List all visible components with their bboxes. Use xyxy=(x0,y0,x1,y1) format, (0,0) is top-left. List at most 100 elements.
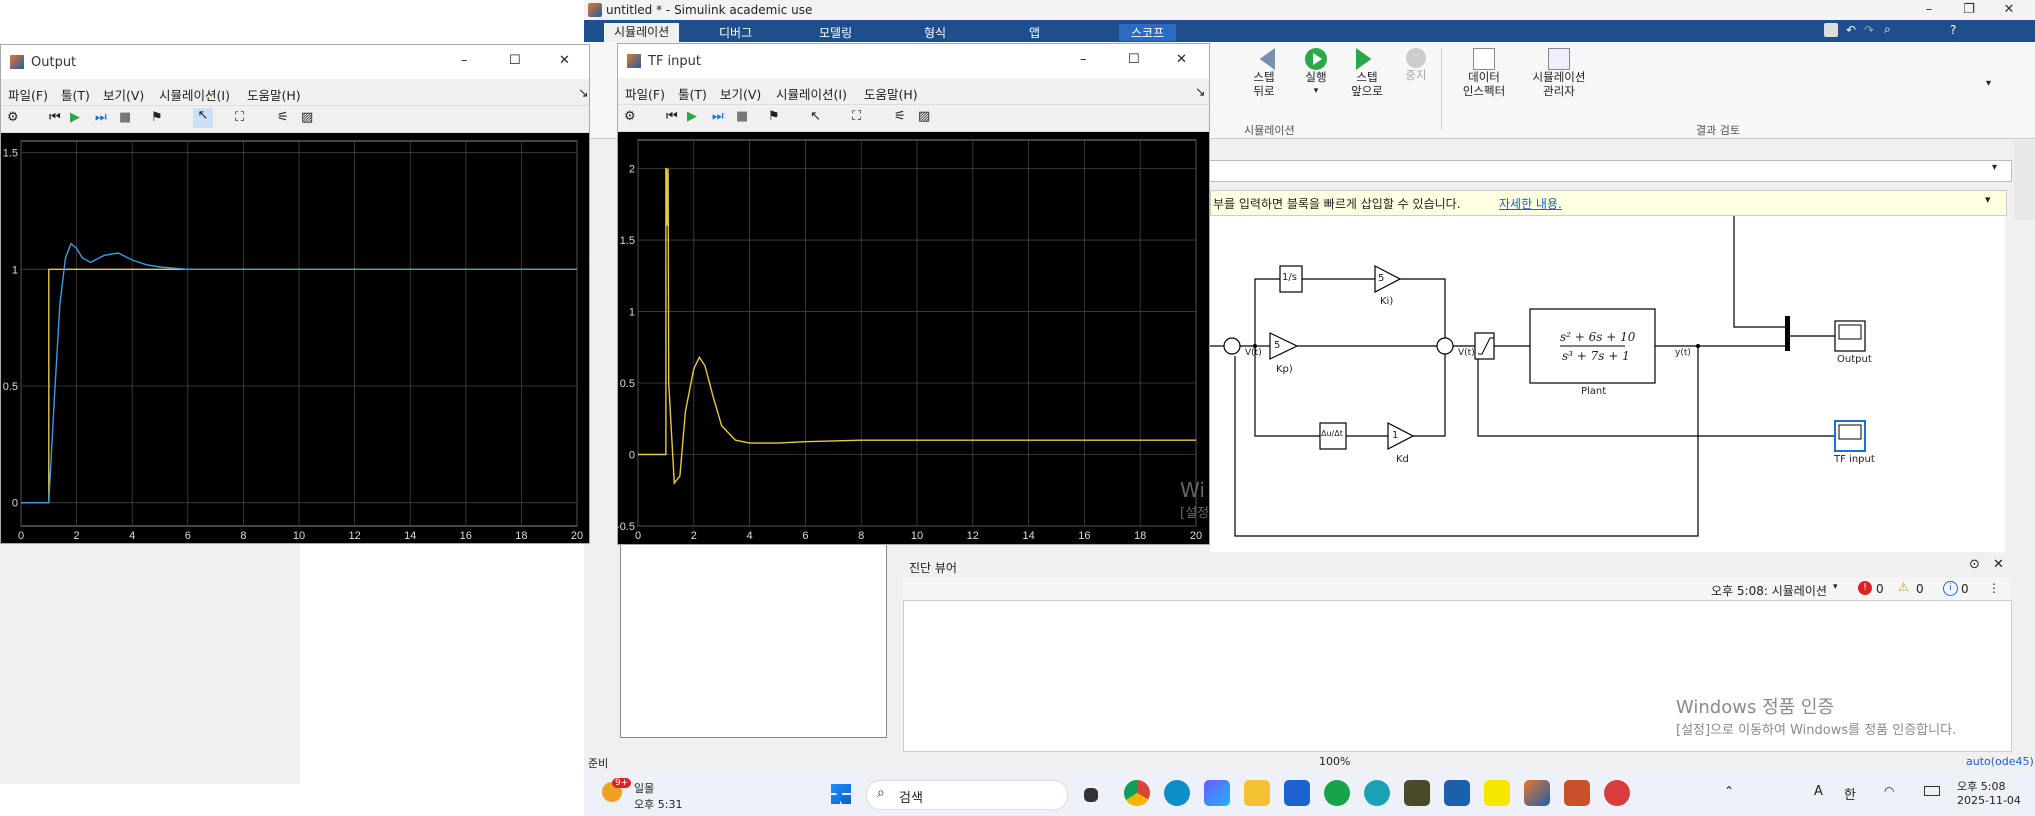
save-icon[interactable] xyxy=(1824,23,1838,37)
close-icon[interactable]: ✕ xyxy=(1176,52,1187,67)
help-icon[interactable]: ? xyxy=(1950,23,1956,37)
settings-icon[interactable]: ⚙ xyxy=(624,109,636,124)
diag-close-icon[interactable]: ✕ xyxy=(1993,557,2004,572)
triggers-icon[interactable]: ⚟ xyxy=(277,110,289,125)
step-forward-button[interactable]: 스텝 앞으로 xyxy=(1342,48,1392,98)
step-back-icon[interactable]: ⏮ xyxy=(49,110,61,125)
search-icon[interactable]: ⌕ xyxy=(1884,22,1891,37)
info-icon[interactable]: i xyxy=(1943,581,1958,596)
notice-chevron-icon[interactable]: ▾ xyxy=(1985,193,1991,206)
minimize-icon[interactable]: – xyxy=(1914,0,1944,20)
battery-icon[interactable] xyxy=(1924,786,1940,796)
maximize-icon[interactable]: ❐ xyxy=(1954,0,1984,20)
measure-icon[interactable]: ▨ xyxy=(301,110,313,125)
measure-icon[interactable]: ▨ xyxy=(918,109,930,124)
run-button[interactable]: 실행 ▾ xyxy=(1291,48,1341,98)
chevron-down-icon[interactable]: ▾ xyxy=(1291,84,1341,98)
menu-view[interactable]: 보기(V) xyxy=(103,85,144,104)
weather-label[interactable]: 일몰 xyxy=(634,780,654,796)
step-back-button[interactable]: 스텝 뒤로 xyxy=(1239,48,1289,98)
menu-simulation[interactable]: 시뮬레이션(I) xyxy=(776,84,847,103)
ribbon-collapse-icon[interactable]: ▾ xyxy=(1986,78,1991,89)
collapse-icon[interactable]: ⊙ xyxy=(1969,557,1980,572)
store-icon[interactable] xyxy=(1284,780,1310,806)
app-green-icon[interactable] xyxy=(1324,780,1350,806)
app-dark-icon[interactable] xyxy=(1404,780,1430,806)
copilot-icon[interactable] xyxy=(1204,780,1230,806)
step-back-icon[interactable]: ⏮ xyxy=(666,109,678,124)
zoom-icon[interactable]: ⛶ xyxy=(852,109,861,124)
diagnostic-time[interactable]: 오후 5:08: 시뮬레이션 xyxy=(1711,582,1827,599)
step-forward-icon[interactable]: ⏭ xyxy=(712,109,724,124)
error-icon[interactable]: ! xyxy=(1858,581,1872,595)
cursor-icon[interactable]: ↖ xyxy=(810,109,821,124)
property-inspector-strip[interactable] xyxy=(2014,140,2034,220)
minimize-icon[interactable]: – xyxy=(461,53,468,68)
maximize-icon[interactable]: ☐ xyxy=(1128,52,1140,67)
menu-view[interactable]: 보기(V) xyxy=(720,84,761,103)
menu-file[interactable]: 파일(F) xyxy=(8,85,48,104)
cursor-icon[interactable]: ↖ xyxy=(193,108,213,128)
menu-tools[interactable]: 툴(T) xyxy=(678,84,707,103)
taskbar-search[interactable]: ⌕ 검색 xyxy=(866,780,1068,810)
close-icon[interactable]: ✕ xyxy=(1994,0,2024,20)
menu-help[interactable]: 도움말(H) xyxy=(247,85,301,104)
tray-lang[interactable]: A xyxy=(1814,784,1823,799)
run-icon[interactable]: ▶ xyxy=(70,110,80,125)
stop-button[interactable]: 중지 xyxy=(1396,48,1436,82)
wifi-icon[interactable]: ◠ xyxy=(1884,784,1894,798)
output-scope-plot[interactable]: 0 2 4 6 8 10 12 14 16 18 20 0 0.5 1 1.5 xyxy=(1,133,589,543)
address-dropdown-icon[interactable]: ▾ xyxy=(1992,162,1997,173)
tf-scope-plot[interactable]: 02468101214161820-0.500.511.52 Wi [설정 xyxy=(616,132,1209,544)
stop-icon[interactable]: ■ xyxy=(736,109,748,124)
tab-format[interactable]: 형식 xyxy=(924,24,946,41)
clock-time[interactable]: 오후 5:08 xyxy=(1957,778,2005,794)
sim-manager-button[interactable]: 시뮬레이션 관리자 xyxy=(1524,48,1594,98)
matlab-icon[interactable] xyxy=(1524,780,1550,806)
dropdown-icon[interactable]: ▾ xyxy=(1833,582,1838,592)
tray-chevron-icon[interactable]: ⌃ xyxy=(1724,784,1734,798)
pdf-icon[interactable] xyxy=(1604,780,1630,806)
more-icon[interactable]: ⋮ xyxy=(1988,581,2000,595)
menu-simulation[interactable]: 시뮬레이션(I) xyxy=(159,85,230,104)
tab-debug[interactable]: 디버그 xyxy=(719,24,752,41)
status-solver[interactable]: auto(ode45) xyxy=(1966,755,2034,768)
edge-icon[interactable] xyxy=(1164,780,1190,806)
stop-icon[interactable]: ■ xyxy=(119,110,131,125)
clock-date[interactable]: 2025-11-04 xyxy=(1957,794,2021,807)
file-explorer-icon[interactable] xyxy=(1244,780,1270,806)
zoom-icon[interactable]: ⛶ xyxy=(235,110,244,125)
triggers-icon[interactable]: ⚟ xyxy=(894,109,906,124)
step-forward-icon[interactable]: ⏭ xyxy=(95,110,107,125)
notice-link[interactable]: 자세한 내용. xyxy=(1499,195,1562,212)
tab-apps[interactable]: 앱 xyxy=(1029,24,1040,41)
app-blue-icon[interactable] xyxy=(1444,780,1470,806)
kakaotalk-icon[interactable] xyxy=(1484,780,1510,806)
chrome-icon[interactable] xyxy=(1124,780,1150,806)
highlight-icon[interactable]: ⚑ xyxy=(151,110,163,125)
undock-icon[interactable]: ↘ xyxy=(1195,84,1205,99)
settings-icon[interactable]: ⚙ xyxy=(7,110,19,125)
tab-simulation[interactable]: 시뮬레이션 xyxy=(604,23,680,42)
menu-tools[interactable]: 툴(T) xyxy=(61,85,90,104)
model-browser-tree[interactable] xyxy=(620,540,887,738)
tab-modeling[interactable]: 모델링 xyxy=(819,24,852,41)
close-icon[interactable]: ✕ xyxy=(559,53,570,68)
run-icon[interactable]: ▶ xyxy=(687,109,697,124)
tray-ime[interactable]: 한 xyxy=(1844,784,1856,803)
highlight-icon[interactable]: ⚑ xyxy=(768,109,780,124)
minimize-icon[interactable]: – xyxy=(1080,52,1087,67)
undock-icon[interactable]: ↘ xyxy=(578,85,588,100)
app-teal-icon[interactable] xyxy=(1364,780,1390,806)
menu-help[interactable]: 도움말(H) xyxy=(864,84,918,103)
maximize-icon[interactable]: ☐ xyxy=(509,53,521,68)
task-view-icon[interactable] xyxy=(1084,788,1098,802)
data-inspector-button[interactable]: 데이터 인스펙터 xyxy=(1454,48,1514,98)
model-canvas[interactable]: 1/s 5 Ki) 5 Kp) Δu/Δt 1 Kd V(t) V(t) y(t… xyxy=(1210,216,2005,552)
menu-file[interactable]: 파일(F) xyxy=(625,84,665,103)
warning-icon[interactable]: ⚠ xyxy=(1898,580,1909,594)
redo-icon[interactable]: ↷ xyxy=(1864,23,1874,37)
start-icon[interactable] xyxy=(831,784,851,804)
undo-icon[interactable]: ↶ xyxy=(1846,23,1856,37)
simulink-icon[interactable] xyxy=(1564,780,1590,806)
